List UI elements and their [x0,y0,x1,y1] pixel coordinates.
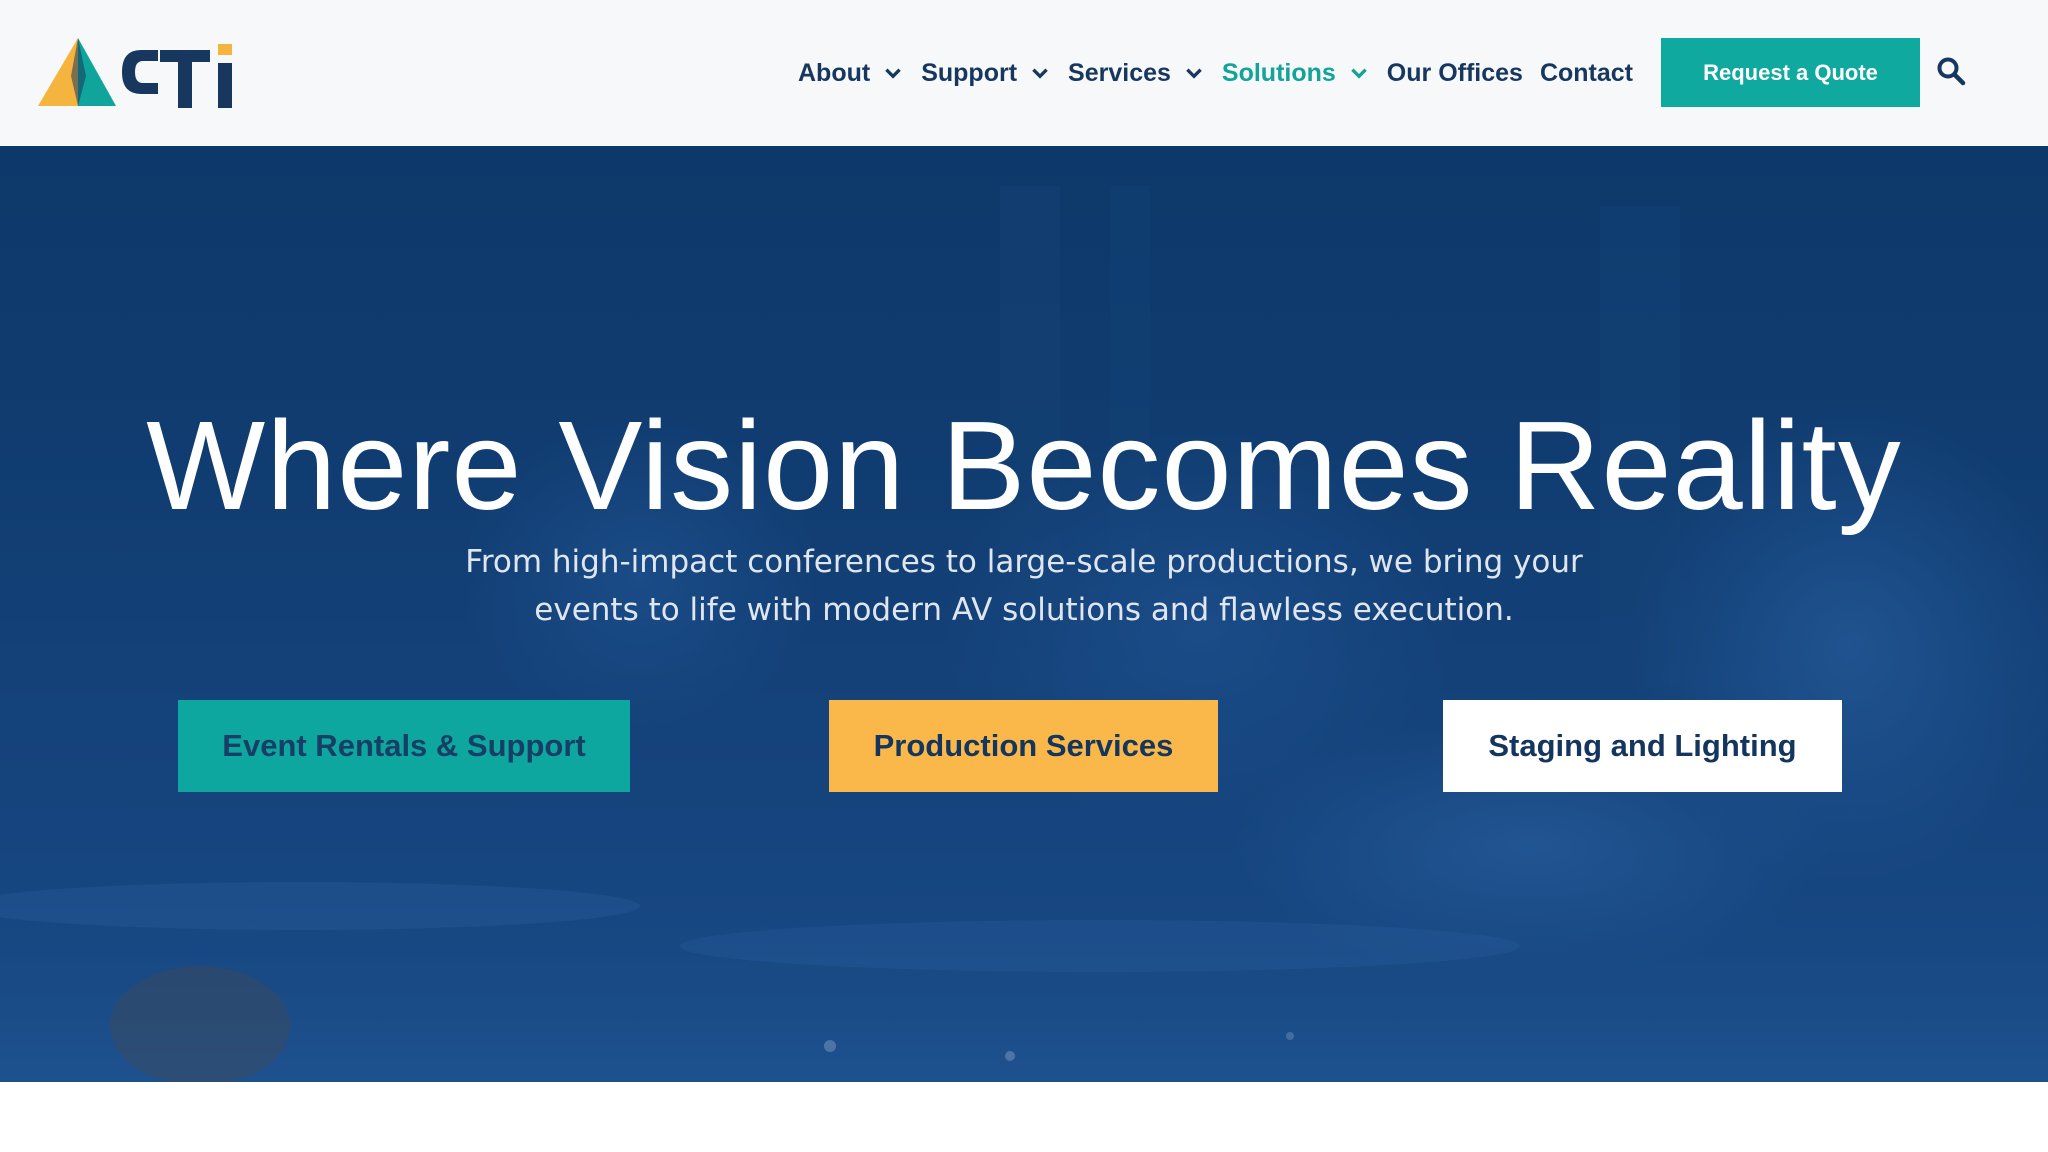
nav-item-label: Services [1068,58,1171,87]
staging-lighting-button[interactable]: Staging and Lighting [1443,700,1842,792]
search-icon[interactable] [1936,56,1966,86]
nav-item-contact[interactable]: Contact [1540,59,1633,88]
nav-item-our-offices[interactable]: Our Offices [1387,59,1523,88]
nav-item-label: Our Offices [1386,58,1523,87]
hero-title: Where Vision Becomes Reality [146,395,1902,536]
nav-item-support[interactable]: Support [921,59,1051,88]
cti-logo[interactable] [38,36,268,112]
nav-item-label: Solutions [1221,58,1336,87]
site-header: About Support Services Solutions Our Off… [0,0,2048,146]
production-services-button[interactable]: Production Services [829,700,1218,792]
content-area [0,1082,2048,1152]
main-nav: About Support Services Solutions Our Off… [798,52,1650,94]
nav-item-label: Support [921,58,1018,87]
chevron-down-icon [1032,68,1048,79]
chevron-down-icon [1351,68,1367,79]
request-quote-button[interactable]: Request a Quote [1661,38,1920,107]
nav-item-label: About [798,58,871,87]
nav-item-services[interactable]: Services [1068,59,1205,88]
nav-item-about[interactable]: About [798,59,904,88]
chevron-down-icon [1186,68,1202,79]
hero-section: Where Vision Becomes Reality From high-i… [0,146,2048,1082]
cti-logo-mark [38,38,232,108]
nav-item-label: Contact [1539,58,1634,87]
chevron-down-icon [885,68,901,79]
nav-item-solutions[interactable]: Solutions [1222,59,1370,88]
event-rentals-support-button[interactable]: Event Rentals & Support [178,700,630,792]
hero-subtitle: From high-impact conferences to large-sc… [465,544,1583,628]
